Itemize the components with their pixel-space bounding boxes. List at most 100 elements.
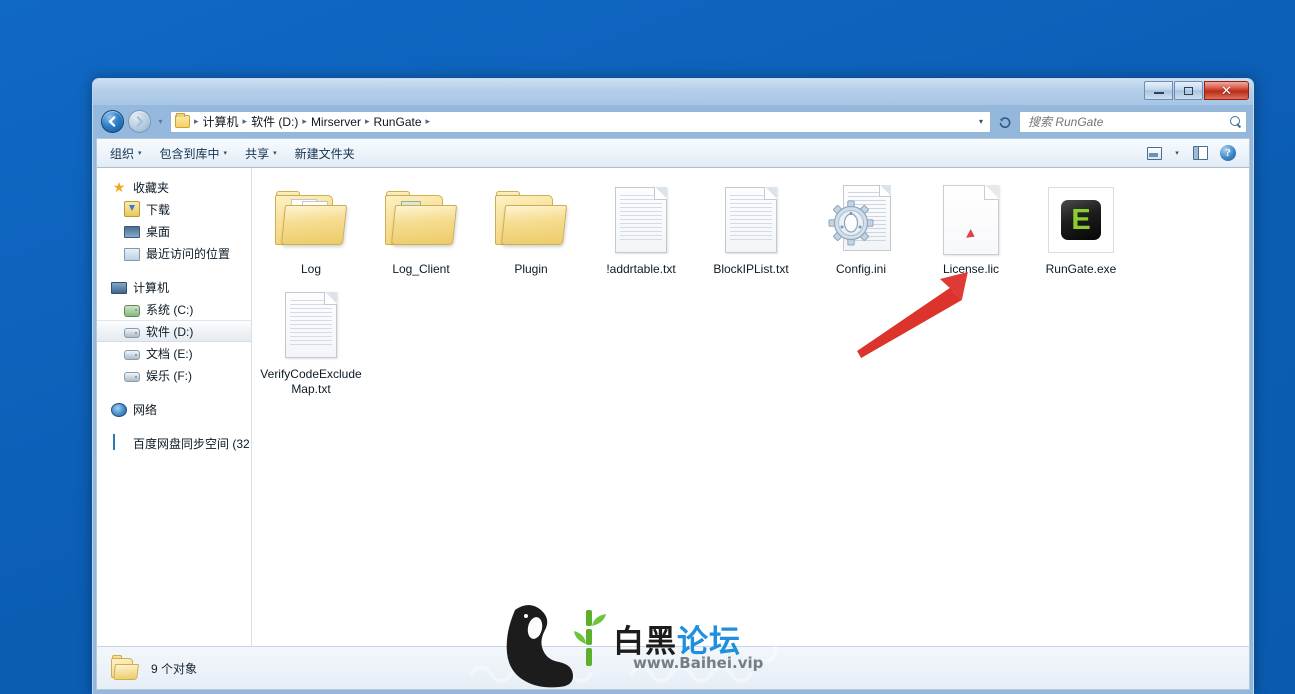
status-text: 9 个对象 [151,661,198,676]
view-dropdown-button[interactable]: ▾ [1169,142,1185,164]
sidebar-item-label: 文档 (E:) [146,346,193,361]
explorer-window: ✕ ▾ ▸ 计算机 ▸ 软件 (D:) ▸ Mirserver ▸ RunGat… [92,78,1254,694]
network-icon [111,402,127,417]
sidebar-item-desktop[interactable]: 桌面 [97,220,251,242]
file-item-log-client[interactable]: Log_Client [366,178,476,283]
toolbar-share-label: 共享 [245,146,270,161]
forward-button[interactable] [128,110,151,133]
breadcrumb-item-rungate[interactable]: RunGate [370,114,424,130]
breadcrumb[interactable]: ▸ 计算机 ▸ 软件 (D:) ▸ Mirserver ▸ RunGate ▸ … [170,110,991,133]
file-item-plugin[interactable]: Plugin [476,178,586,283]
sidebar-group-favorites[interactable]: ★ 收藏夹 [97,176,251,198]
chevron-down-icon: ▾ [1175,150,1179,157]
sidebar-item-drive-d[interactable]: 软件 (D:) [97,320,251,342]
toolbar-share-button[interactable]: 共享 ▾ [236,142,286,165]
sidebar-item-baidu-netdisk[interactable]: 百度网盘同步空间 (32 [97,432,251,454]
star-icon: ★ [112,179,126,195]
sidebar-item-downloads[interactable]: 下载 [97,198,251,220]
toolbar-organize-label: 组织 [110,146,135,161]
sidebar-item-drive-e[interactable]: 文档 (E:) [97,342,251,364]
navigation-pane[interactable]: ★ 收藏夹 下载 桌面 最近访问的位置 计算机 系统 (C:) 软件 (D:) … [97,168,252,646]
window-controls: ✕ [1144,81,1249,100]
text-file-icon [615,187,667,253]
baidu-netdisk-icon [111,434,127,451]
sidebar-group-network[interactable]: 网络 [97,398,251,420]
generic-file-icon [943,185,999,255]
change-view-button[interactable] [1141,142,1167,164]
icon-container [493,182,569,258]
preview-pane-icon [1192,146,1208,160]
sidebar-group-network-label: 网络 [133,402,158,417]
minimize-button[interactable] [1144,81,1173,100]
search-icon [1230,115,1242,128]
sidebar-item-label: 百度网盘同步空间 (32 [133,436,250,451]
file-name-label: BlockIPList.txt [713,262,789,276]
search-input[interactable] [1028,114,1230,129]
sidebar-item-recent-places[interactable]: 最近访问的位置 [97,242,251,264]
drive-icon [124,350,140,360]
explorer-body: ★ 收藏夹 下载 桌面 最近访问的位置 计算机 系统 (C:) 软件 (D:) … [96,168,1250,646]
sidebar-item-drive-f[interactable]: 娱乐 (F:) [97,364,251,386]
sidebar-item-label: 最近访问的位置 [146,246,231,261]
icon-container [383,182,459,258]
text-file-icon [285,292,337,358]
preview-pane-button[interactable] [1187,142,1213,164]
search-box[interactable] [1019,110,1247,133]
sidebar-item-drive-c[interactable]: 系统 (C:) [97,298,251,320]
maximize-button[interactable] [1174,81,1203,100]
system-drive-icon [124,304,140,317]
file-name-label: Log [300,262,322,276]
refresh-icon [999,116,1011,128]
icon-container [713,182,789,258]
breadcrumb-separator: ▸ [425,116,431,126]
file-item-blockiplist[interactable]: BlockIPList.txt [696,178,806,283]
sidebar-group-computer[interactable]: 计算机 [97,276,251,298]
sidebar-group-computer-label: 计算机 [133,280,170,295]
file-name-label: VerifyCodeExcludeMap.txt [260,367,362,396]
recent-places-icon [124,247,140,261]
sidebar-group-favorites-label: 收藏夹 [133,180,170,195]
file-list-pane[interactable]: Log Log_Client Plugin !addrtable.txt Blo… [252,168,1249,646]
breadcrumb-item-computer[interactable]: 计算机 [200,112,242,131]
sidebar-item-label: 娱乐 (F:) [146,368,192,383]
breadcrumb-item-drive[interactable]: 软件 (D:) [248,112,301,131]
help-button[interactable]: ? [1215,142,1241,164]
close-button[interactable]: ✕ [1204,81,1249,100]
toolbar-new-folder-label: 新建文件夹 [294,146,355,161]
folder-icon [275,191,348,249]
sidebar-item-label: 软件 (D:) [146,324,194,339]
desktop-icon [124,226,140,238]
breadcrumb-dropdown-icon[interactable]: ▾ [974,117,988,126]
toolbar-new-folder-button[interactable]: 新建文件夹 [286,142,364,165]
file-name-label: Config.ini [835,262,887,276]
icon-container [823,182,899,258]
folder-icon [385,191,458,249]
file-item-license-lic[interactable]: License.lic [916,178,1026,283]
file-grid: Log Log_Client Plugin !addrtable.txt Blo… [252,168,1249,403]
red-marker-icon [966,228,977,242]
exe-letter-icon: E [1061,200,1101,240]
file-item-config-ini[interactable]: Config.ini [806,178,916,283]
file-item-rungate-exe[interactable]: E RunGate.exe [1026,178,1136,283]
chevron-down-icon: ▾ [273,150,277,157]
back-button[interactable] [101,110,124,133]
history-dropdown-button[interactable]: ▾ [155,117,166,126]
file-name-label: Log_Client [392,262,450,276]
chevron-down-icon: ▾ [138,150,142,157]
file-name-label: License.lic [942,262,1000,276]
folder-icon [495,191,568,249]
file-name-label: Plugin [514,262,548,276]
toolbar-organize-button[interactable]: 组织 ▾ [101,142,151,165]
file-item-addrtable[interactable]: !addrtable.txt [586,178,696,283]
download-icon [124,201,140,217]
breadcrumb-item-mirserver[interactable]: Mirserver [308,114,364,130]
help-icon: ? [1220,145,1236,161]
chevron-down-icon: ▾ [223,150,228,157]
file-item-log[interactable]: Log [256,178,366,283]
toolbar-include-in-library-button[interactable]: 包含到库中 ▾ [151,142,237,165]
file-item-verifycodeexcludemap[interactable]: VerifyCodeExcludeMap.txt [256,283,366,403]
refresh-button[interactable] [995,111,1015,133]
address-bar: ▾ ▸ 计算机 ▸ 软件 (D:) ▸ Mirserver ▸ RunGate … [93,105,1253,138]
drive-icon [124,372,140,382]
